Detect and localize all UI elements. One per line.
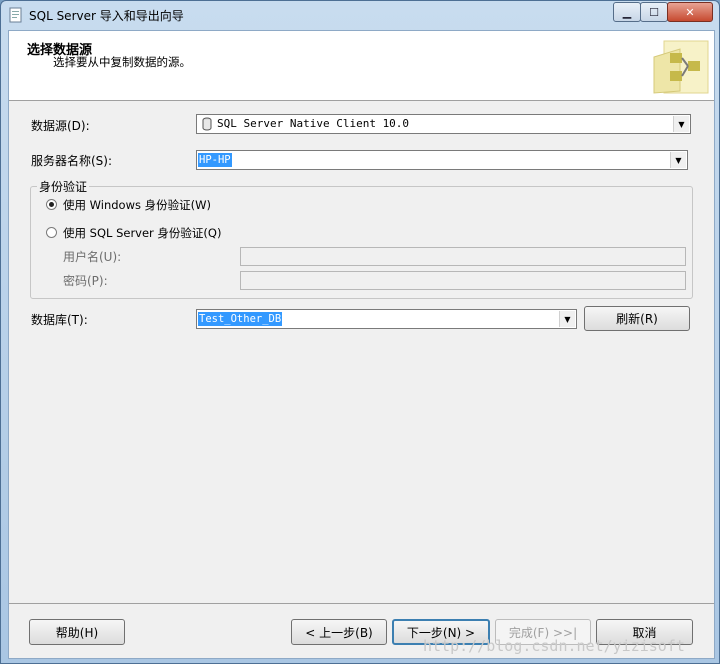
sql-auth-radio[interactable] bbox=[46, 227, 57, 238]
minimize-icon: ▁ bbox=[622, 5, 632, 19]
database-icon bbox=[202, 117, 212, 131]
database-value[interactable]: Test_Other_DB bbox=[198, 312, 283, 326]
username-field[interactable] bbox=[240, 247, 686, 266]
password-label: 密码(P): bbox=[63, 274, 108, 288]
data-source-dropdown[interactable]: SQL Server Native Client 10.0 ▼ bbox=[196, 114, 691, 134]
wizard-client-area: 选择数据源 选择要从中复制数据的源。 数据源(D): SQL Server Na… bbox=[8, 30, 715, 659]
database-label: 数据库(T): bbox=[31, 313, 88, 327]
data-source-label: 数据源(D): bbox=[31, 119, 90, 133]
title-bar[interactable]: SQL Server 导入和导出向导 ▁ ☐ ✕ bbox=[1, 1, 719, 29]
password-field[interactable] bbox=[240, 271, 686, 290]
chevron-down-icon[interactable]: ▼ bbox=[673, 116, 689, 132]
minimize-button[interactable]: ▁ bbox=[613, 2, 641, 22]
authentication-group-label: 身份验证 bbox=[37, 178, 90, 195]
footer-divider bbox=[9, 603, 714, 604]
close-icon: ✕ bbox=[685, 5, 695, 19]
refresh-button[interactable]: 刷新(R) bbox=[584, 306, 690, 331]
watermark-text: http://blog.csdn.net/yizisoft bbox=[423, 637, 685, 655]
page-subtitle: 选择要从中复制数据的源。 bbox=[53, 55, 191, 69]
window-title: SQL Server 导入和导出向导 bbox=[29, 9, 184, 23]
chevron-down-icon[interactable]: ▼ bbox=[670, 152, 686, 168]
back-button[interactable]: < 上一步(B) bbox=[291, 619, 387, 645]
help-button[interactable]: 帮助(H) bbox=[29, 619, 125, 645]
database-combo[interactable]: Test_Other_DB ▼ bbox=[196, 309, 577, 329]
data-source-value: SQL Server Native Client 10.0 bbox=[217, 117, 410, 130]
wizard-window: SQL Server 导入和导出向导 ▁ ☐ ✕ 选择数据源 选择要从中复制数据… bbox=[0, 0, 720, 664]
windows-auth-radio[interactable] bbox=[46, 199, 57, 210]
maximize-icon: ☐ bbox=[649, 5, 659, 19]
maximize-button[interactable]: ☐ bbox=[640, 2, 668, 22]
server-name-combo[interactable]: HP-HP ▼ bbox=[196, 150, 688, 170]
chevron-down-icon[interactable]: ▼ bbox=[559, 311, 575, 327]
server-name-label: 服务器名称(S): bbox=[31, 154, 113, 168]
close-button[interactable]: ✕ bbox=[667, 2, 713, 22]
username-label: 用户名(U): bbox=[63, 250, 122, 264]
wizard-header: 选择数据源 选择要从中复制数据的源。 bbox=[9, 31, 714, 101]
server-name-value[interactable]: HP-HP bbox=[198, 153, 232, 167]
app-icon bbox=[9, 7, 22, 23]
sql-auth-label[interactable]: 使用 SQL Server 身份验证(Q) bbox=[63, 225, 221, 241]
windows-auth-label[interactable]: 使用 Windows 身份验证(W) bbox=[63, 197, 211, 213]
wizard-graphic-icon bbox=[653, 40, 709, 94]
